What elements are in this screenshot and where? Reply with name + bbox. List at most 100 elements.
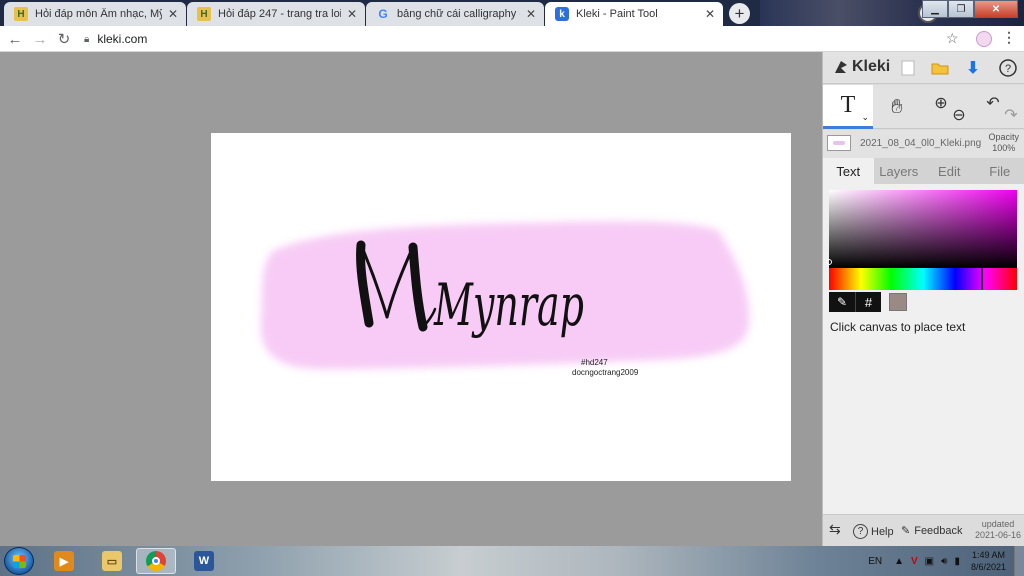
tab-edit[interactable]: Edit <box>924 158 975 184</box>
network-device-icon[interactable]: ▣ <box>925 556 934 567</box>
kleki-favicon-icon: k <box>555 7 569 21</box>
text-tool-button[interactable]: T ⌄ <box>823 85 873 129</box>
updated-label: updated <box>981 519 1015 529</box>
panel-tabs: Text Layers Edit File <box>823 158 1024 184</box>
folder-icon: ▭ <box>102 551 122 571</box>
tab-title: Hỏi đáp 247 - trang tra loi <box>218 8 341 20</box>
tab-hoidap-247[interactable]: H Hỏi đáp 247 - trang tra loi ✕ <box>187 2 365 26</box>
help-circle-icon: ? <box>853 524 868 539</box>
windows-taskbar: ▶ ▭ W EN ▲ V ▣ 🔊︎ ▮ 1:49 AM 8/6/2021 <box>0 546 1024 576</box>
feedback-button[interactable]: ✎ Feedback <box>901 524 963 538</box>
hue-slider-handle[interactable] <box>981 268 983 290</box>
close-icon[interactable]: ✕ <box>703 7 717 21</box>
swap-side-icon[interactable]: ⇆ <box>829 521 841 538</box>
help-icon[interactable]: ? <box>997 57 1019 79</box>
taskbar-explorer[interactable]: ▭ <box>92 548 132 574</box>
zoom-out-icon[interactable]: ⊖ <box>945 101 973 129</box>
hue-slider[interactable] <box>829 268 1017 290</box>
text-tool-glyph: T <box>840 92 856 118</box>
layer-thumbnail <box>827 135 851 151</box>
saturation-value-picker[interactable] <box>829 190 1017 268</box>
word-icon: W <box>194 551 214 571</box>
browser-tab-strip: H Hỏi đáp môn Âm nhạc, Mỹ thuật ✕ H Hỏi … <box>0 0 1024 26</box>
tab-title: bảng chữ cái calligraphy - Google <box>397 8 520 20</box>
bookmark-star-icon[interactable]: ☆ <box>946 30 959 47</box>
feedback-icon: ✎ <box>901 525 911 537</box>
color-tools-row: ✎ # <box>829 292 907 312</box>
text-tool-hint: Click canvas to place text <box>830 320 966 334</box>
reload-icon[interactable]: ↻ <box>55 30 73 48</box>
address-bar[interactable]: 🔒︎ kleki.com <box>84 30 147 48</box>
taskbar-word[interactable]: W <box>184 548 224 574</box>
panel-footer: ⇆ ? Help ✎ Feedback updated 2021-06-16 <box>823 514 1024 546</box>
window-controls: ▁ ❐ ✕ <box>922 0 1018 18</box>
close-icon[interactable]: ✕ <box>524 7 538 21</box>
media-player-icon: ▶ <box>54 551 74 571</box>
signal-icon[interactable]: ▮ <box>954 556 960 567</box>
antivirus-icon[interactable]: V <box>911 556 918 567</box>
show-hidden-icons-icon[interactable]: ▲ <box>894 556 904 567</box>
current-layer-row[interactable]: 2021_08_04_0l0_Kleki.png Opacity 100% <box>823 130 1024 158</box>
panel-header: Kleki ⬇ ? <box>823 52 1024 84</box>
text-tool-pane: ✎ # Click canvas to place text <box>823 184 1024 514</box>
brand-name: Kleki <box>852 58 891 75</box>
canvas-workspace[interactable]: Mynrap #hd247 docngoctrang2009 <box>0 52 822 546</box>
system-clock[interactable]: 1:49 AM 8/6/2021 <box>971 549 1006 573</box>
close-window-button[interactable]: ✕ <box>974 0 1018 18</box>
forward-icon[interactable]: → <box>31 30 49 48</box>
show-desktop-button[interactable] <box>1014 546 1024 576</box>
opacity-value: 100% <box>992 143 1016 153</box>
new-tab-button[interactable]: + <box>729 3 750 24</box>
chevron-down-icon[interactable]: ⌄ <box>861 112 869 123</box>
kleki-logo: Kleki <box>833 58 890 76</box>
volume-icon[interactable]: 🔊︎ <box>941 556 947 567</box>
clock-date: 8/6/2021 <box>970 562 1006 572</box>
help-label: Help <box>871 525 894 538</box>
taskbar-chrome[interactable] <box>136 548 176 574</box>
canvas-artwork: Mynrap #hd247 docngoctrang2009 <box>260 221 750 377</box>
tab-google-search[interactable]: G bảng chữ cái calligraphy - Google ✕ <box>366 2 544 26</box>
taskbar-media-player[interactable]: ▶ <box>44 548 84 574</box>
browser-toolbar: ← → ↻ 🔒︎ kleki.com ☆ ⋮ <box>0 26 1024 52</box>
back-icon[interactable]: ← <box>6 30 24 48</box>
language-indicator[interactable]: EN <box>868 556 882 567</box>
more-menu-icon[interactable]: ⋮ <box>1002 29 1016 46</box>
updated-date: 2021-06-16 <box>974 530 1021 540</box>
canvas-small-text-author: docngoctrang2009 <box>572 368 639 377</box>
minimize-button[interactable]: ▁ <box>922 0 948 18</box>
extension-avatar-icon[interactable] <box>976 31 992 47</box>
close-icon[interactable]: ✕ <box>166 7 180 21</box>
updated-info[interactable]: updated 2021-06-16 <box>975 519 1021 541</box>
start-button[interactable] <box>4 547 34 575</box>
hoidap-favicon-icon: H <box>197 7 211 21</box>
current-color-swatch[interactable] <box>889 293 907 311</box>
clock-time: 1:49 AM <box>971 550 1005 560</box>
help-button[interactable]: ? Help <box>853 524 894 539</box>
canvas-title-text: Mynrap <box>433 271 584 339</box>
svg-text:?: ? <box>1005 63 1011 75</box>
download-icon[interactable]: ⬇ <box>962 57 984 79</box>
layer-name: 2021_08_04_0l0_Kleki.png <box>860 138 982 149</box>
eyedropper-icon[interactable]: ✎ <box>829 292 855 312</box>
redo-icon[interactable]: ↷ <box>997 101 1024 129</box>
drawing-canvas[interactable]: Mynrap #hd247 docngoctrang2009 <box>211 133 791 481</box>
tab-file[interactable]: File <box>975 158 1024 184</box>
layer-opacity[interactable]: Opacity 100% <box>988 132 1019 154</box>
tab-kleki[interactable]: k Kleki - Paint Tool ✕ <box>545 2 723 26</box>
url-text: kleki.com <box>97 32 148 46</box>
tab-text[interactable]: Text <box>823 158 874 184</box>
tab-title: Hỏi đáp môn Âm nhạc, Mỹ thuật <box>35 8 162 20</box>
maximize-button[interactable]: ❐ <box>948 0 974 18</box>
close-icon[interactable]: ✕ <box>345 7 359 21</box>
color-picker-marker[interactable] <box>826 259 832 265</box>
new-image-icon[interactable] <box>897 57 919 79</box>
kleki-side-panel: Kleki ⬇ ? T ⌄ ✋︎ ⊕ ⊖ ↶ ↷ 2021_08_04_0l0_… <box>822 52 1024 546</box>
feedback-label: Feedback <box>914 524 963 537</box>
tab-layers[interactable]: Layers <box>874 158 925 184</box>
tab-hoidap-am-nhac[interactable]: H Hỏi đáp môn Âm nhạc, Mỹ thuật ✕ <box>4 2 186 26</box>
hex-input-icon[interactable]: # <box>855 292 881 312</box>
open-folder-icon[interactable] <box>929 57 951 79</box>
hand-icon[interactable]: ✋︎ <box>883 93 911 121</box>
hoidap-favicon-icon: H <box>14 7 28 21</box>
kleki-logo-icon <box>835 61 847 73</box>
